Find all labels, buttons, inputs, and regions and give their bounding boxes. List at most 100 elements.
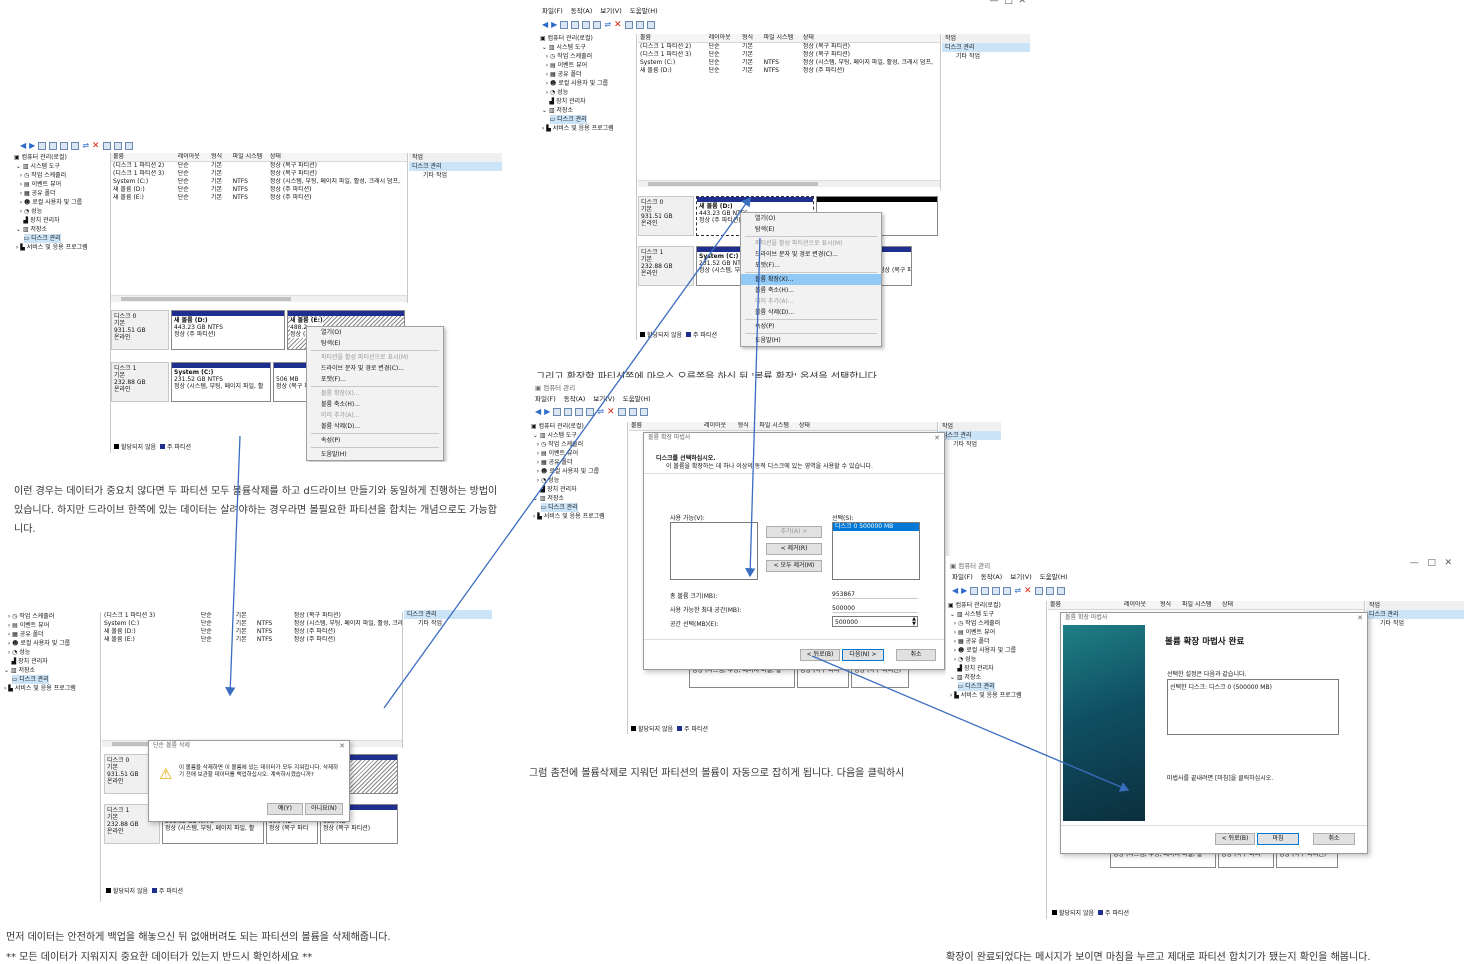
tree-item-disk-management[interactable]: ▭ 디스크 관리 bbox=[540, 115, 636, 124]
disk-0-label[interactable]: 디스크 0 기본 931.51 GB 온라인 bbox=[111, 310, 169, 350]
view-icon[interactable] bbox=[71, 142, 80, 150]
tree-item-services[interactable]: › ▙ 서비스 및 응용 프로그램 bbox=[4, 684, 100, 693]
forward-icon[interactable]: ▶ bbox=[544, 408, 550, 416]
action-disk-management[interactable]: 디스크 관리 bbox=[939, 431, 1001, 440]
finish-summary-box[interactable]: 선택한 디스크: 디스크 0 (500000 MB) bbox=[1167, 679, 1339, 735]
column-header-type[interactable]: 형식 bbox=[209, 153, 231, 161]
column-header-fs[interactable]: 파일 시스템 bbox=[231, 153, 268, 161]
tree-item-root[interactable]: ▣ 컴퓨터 관리(로컬) bbox=[14, 153, 110, 162]
delete-icon[interactable]: ✕ bbox=[614, 21, 622, 30]
tree-item-event-viewer[interactable]: › ▤ 이벤트 뷰어 bbox=[14, 180, 110, 189]
table-row[interactable]: 새 볼륨 (D:) 단순 기본 NTFS 정상 (주 파티션) bbox=[638, 67, 940, 75]
action-more[interactable]: 기타 작업 bbox=[404, 619, 492, 628]
tree-item-disk-management[interactable]: ▭ 디스크 관리 bbox=[4, 675, 100, 684]
column-header-fs[interactable]: 파일 시스템 bbox=[762, 34, 801, 42]
tree-item-system-tools[interactable]: ⌄ ▥ 시스템 도구 bbox=[14, 162, 110, 171]
tree-item-system-tools[interactable]: ⌄ ▥ 시스템 도구 bbox=[540, 43, 636, 52]
table-row[interactable]: (디스크 1 파티션 3) 단순 기본 정상 (복구 파티션) bbox=[111, 170, 407, 178]
folder-icon[interactable] bbox=[113, 142, 122, 150]
tree-item-device-manager[interactable]: ▟ 장치 관리자 bbox=[14, 216, 110, 225]
menu-item-delete[interactable]: 볼륨 삭제(D)... bbox=[741, 307, 881, 318]
tree-item-task-scheduler[interactable]: › ◷ 작업 스케줄러 bbox=[948, 619, 1046, 628]
connect-icon[interactable]: ⇌ bbox=[1014, 587, 1021, 595]
forward-icon[interactable]: ▶ bbox=[551, 21, 557, 29]
delete-icon[interactable]: ✕ bbox=[607, 408, 615, 417]
back-icon[interactable]: ◀ bbox=[535, 408, 541, 416]
column-header-type[interactable]: 형식 bbox=[740, 34, 762, 42]
table-row[interactable]: 새 볼륨 (E:) 단순 기본 NTFS 정상 (주 파티션) bbox=[102, 636, 402, 644]
action-more[interactable]: 기타 작업 bbox=[409, 171, 502, 180]
menu-item-open[interactable]: 열기(O) bbox=[741, 213, 881, 224]
menu-item-format[interactable]: 포맷(F)... bbox=[307, 374, 443, 385]
menu-item-mark-active[interactable]: 파티션을 활성 파티션으로 표시(M) bbox=[741, 238, 881, 249]
up-icon[interactable] bbox=[560, 21, 569, 29]
tree-item-storage[interactable]: ⌄ ▥ 저장소 bbox=[14, 225, 110, 234]
tree-item-root[interactable]: ▣ 컴퓨터 관리(로컬) bbox=[948, 601, 1046, 610]
tree-item-performance[interactable]: › ◔ 성능 bbox=[540, 88, 636, 97]
horizontal-scrollbar[interactable] bbox=[638, 180, 940, 187]
view-icon[interactable] bbox=[1003, 587, 1012, 595]
tree-item-event-viewer[interactable]: › ▤ 이벤트 뷰어 bbox=[540, 61, 636, 70]
menu-action[interactable]: 동작(A) bbox=[981, 572, 1002, 583]
tree-item-event-viewer[interactable]: › ▤ 이벤트 뷰어 bbox=[531, 449, 627, 458]
add-button[interactable]: 추가(A) > bbox=[766, 526, 822, 538]
tree-item-local-users[interactable]: › ☻ 로컬 사용자 및 그룹 bbox=[540, 79, 636, 88]
menu-file[interactable]: 파일(F) bbox=[952, 572, 973, 583]
close-icon[interactable]: ✕ bbox=[1357, 614, 1363, 622]
tree-item-task-scheduler[interactable]: › ◷ 작업 스케줄러 bbox=[531, 440, 627, 449]
help-icon[interactable] bbox=[575, 408, 584, 416]
action-disk-management[interactable]: 디스크 관리 bbox=[409, 162, 502, 171]
table-row[interactable]: 새 볼륨 (E:) 단순 기본 NTFS 정상 (주 파티션) bbox=[111, 194, 407, 202]
back-button[interactable]: < 뒤로(B) bbox=[1215, 833, 1255, 845]
menu-item-properties[interactable]: 속성(P) bbox=[741, 321, 881, 332]
table-row[interactable]: (디스크 1 파티션 2) 단순 기본 정상 (복구 파티션) bbox=[638, 43, 940, 51]
no-button[interactable]: 아니요(N) bbox=[305, 803, 343, 815]
tree-item-root[interactable]: ▣ 컴퓨터 관리(로컬) bbox=[531, 422, 627, 431]
table-row[interactable]: System (C:) 단순 기본 NTFS 정상 (시스템, 부팅, 페이지 파일, … bbox=[111, 178, 407, 186]
properties-icon[interactable] bbox=[102, 142, 111, 150]
tree-item-shared-folders[interactable]: › ▦ 공유 폴더 bbox=[4, 630, 100, 639]
tree-item-local-users[interactable]: › ☻ 로컬 사용자 및 그룹 bbox=[948, 646, 1046, 655]
column-header-status[interactable]: 상태 bbox=[797, 422, 937, 430]
column-header-volume[interactable]: 볼륨 bbox=[111, 153, 176, 161]
back-icon[interactable]: ◀ bbox=[952, 587, 958, 595]
menu-item-open[interactable]: 열기(O) bbox=[307, 327, 443, 338]
table-row[interactable]: System (C:) 단순 기본 NTFS 정상 (시스템, 부팅, 페이지 파일, … bbox=[102, 620, 402, 628]
menu-item-explore[interactable]: 탐색(E) bbox=[741, 224, 881, 235]
tree-item-shared-folders[interactable]: › ▦ 공유 폴더 bbox=[540, 70, 636, 79]
menu-item-explore[interactable]: 탐색(E) bbox=[307, 338, 443, 349]
show-hide-tree-icon[interactable] bbox=[571, 21, 580, 29]
partition-recovery-506[interactable]: 506 MB정상 (복구 파티 bbox=[273, 362, 309, 402]
search-icon[interactable] bbox=[646, 21, 655, 29]
menu-item-mirror[interactable]: 미러 추가(A)... bbox=[307, 410, 443, 421]
next-button[interactable]: 다음(N) > bbox=[842, 649, 884, 661]
tree-item-performance[interactable]: › ◔ 성능 bbox=[4, 648, 100, 657]
column-header-volume[interactable]: 볼륨 bbox=[1048, 601, 1122, 609]
tree-item-services[interactable]: › ▙ 서비스 및 응용 프로그램 bbox=[540, 124, 636, 133]
action-disk-management[interactable]: 디스크 관리 bbox=[942, 43, 1030, 52]
menu-view[interactable]: 보기(V) bbox=[600, 6, 621, 17]
column-header-fs[interactable]: 파일 시스템 bbox=[757, 422, 797, 430]
tree-item-disk-management[interactable]: ▭ 디스크 관리 bbox=[14, 234, 110, 243]
menu-action[interactable]: 동작(A) bbox=[564, 394, 585, 405]
back-button[interactable]: < 뒤로(B) bbox=[800, 649, 840, 661]
remove-all-button[interactable]: < 모두 제거(M) bbox=[766, 560, 822, 572]
tree-item-device-manager[interactable]: ▟ 장치 관리자 bbox=[531, 485, 627, 494]
up-icon[interactable] bbox=[38, 142, 47, 150]
back-icon[interactable]: ◀ bbox=[542, 21, 548, 29]
menu-item-delete[interactable]: 볼륨 삭제(D)... bbox=[307, 421, 443, 432]
spinner-icon[interactable]: ▲ ▼ bbox=[912, 617, 916, 627]
tree-item-task-scheduler[interactable]: › ◷ 작업 스케줄러 bbox=[4, 612, 100, 621]
show-hide-tree-icon[interactable] bbox=[981, 587, 990, 595]
action-more[interactable]: 기타 작업 bbox=[1366, 619, 1464, 628]
table-row[interactable]: (디스크 1 파티션 3) 단순 기본 정상 (복구 파티션) bbox=[102, 612, 402, 620]
view-icon[interactable] bbox=[593, 21, 602, 29]
up-icon[interactable] bbox=[970, 587, 979, 595]
disk-0-label[interactable]: 디스크 0 기본 931.51 GB 온라인 bbox=[638, 196, 694, 236]
menu-file[interactable]: 파일(F) bbox=[542, 6, 563, 17]
tree-item-shared-folders[interactable]: › ▦ 공유 폴더 bbox=[531, 458, 627, 467]
folder-icon[interactable] bbox=[635, 21, 644, 29]
menu-view[interactable]: 보기(V) bbox=[1010, 572, 1031, 583]
menu-item-properties[interactable]: 속성(P) bbox=[307, 435, 443, 446]
tree-item-storage[interactable]: ⌄ ▥ 저장소 bbox=[540, 106, 636, 115]
